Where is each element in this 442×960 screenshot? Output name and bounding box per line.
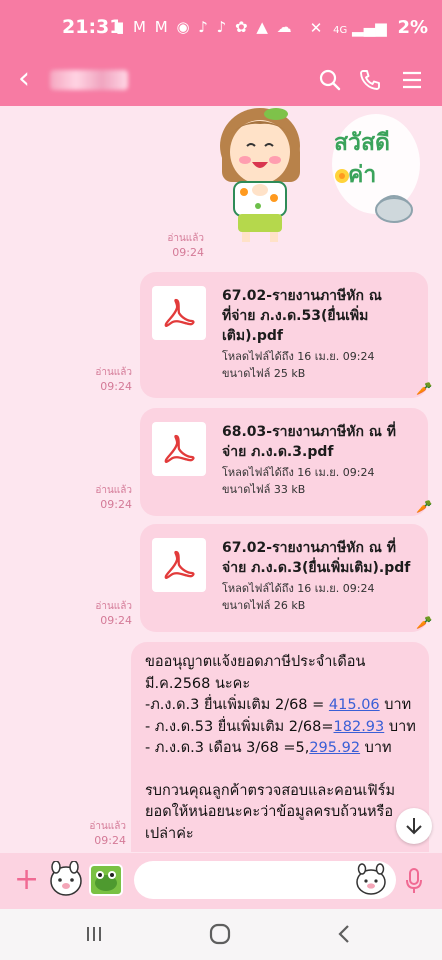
download-status: โหลดไฟล์ได้ถึง 16 เม.ย. 09:24	[222, 582, 375, 595]
message-line: -ภ.ง.ด.3 ยื่นเพิ่มเติม 2/68 = 415.06 บาท	[145, 697, 412, 713]
chat-header: ‹	[0, 56, 442, 106]
read-label: อ่านแล้ว	[95, 601, 132, 612]
plus-icon[interactable]: +	[14, 865, 39, 895]
file-message[interactable]: 67.02-รายงานภาษีหัก ณ ที่ จ่าย ภ.ง.ด.3(ย…	[140, 524, 428, 632]
read-time: 09:24	[100, 614, 132, 627]
message-line: - ภ.ง.ด.3 เดือน 3/68 =5,295.92 บาท	[145, 740, 392, 756]
amount-link[interactable]: 182.93	[334, 719, 385, 735]
phone-icon[interactable]	[356, 66, 384, 94]
greeting-sticker[interactable]: สวัสดี ค่า	[214, 106, 420, 242]
status-right: ✕ 4G ▂▄▆ 2%	[310, 17, 428, 38]
file-size: ขนาดไฟล์ 33 kB	[222, 483, 306, 496]
contact-name-blurred[interactable]	[50, 70, 128, 90]
network-label: 4G	[333, 25, 348, 36]
read-time: 09:24	[100, 498, 132, 511]
brown-sticker-icon[interactable]	[48, 860, 84, 899]
download-status: โหลดไฟล์ได้ถึง 16 เม.ย. 09:24	[222, 350, 375, 363]
read-label: อ่านแล้ว	[89, 821, 126, 832]
read-time: 09:24	[94, 834, 126, 847]
file-size: ขนาดไฟล์ 25 kB	[222, 367, 306, 380]
carrot-reaction-icon[interactable]: 🥕	[416, 616, 432, 631]
read-receipt: อ่านแล้ว 09:24	[86, 600, 132, 628]
read-label: อ่านแล้ว	[95, 485, 132, 496]
read-receipt: อ่านแล้ว 09:24	[86, 484, 132, 512]
message-line: รบกวนคุณลูกค้าตรวจสอบและคอนเฟิร์ม	[145, 782, 395, 799]
microphone-icon[interactable]	[404, 867, 424, 895]
read-time: 09:24	[172, 246, 204, 259]
notification-icons: ▮ M M ◉ ♪ ♪ ✿ ▲ ☁	[116, 18, 294, 36]
file-meta: โหลดไฟล์ได้ถึง 16 เม.ย. 09:24 ขนาดไฟล์ 3…	[222, 464, 374, 498]
message-line: ยอดให้หน่อยนะคะว่าข้อมูลครบถ้วนหรือ	[145, 804, 394, 820]
read-receipt: อ่านแล้ว 09:24	[80, 820, 126, 848]
download-status: โหลดไฟล์ได้ถึง 16 เม.ย. 09:24	[222, 466, 375, 479]
message-line: เปล่าค่ะ	[145, 825, 194, 842]
file-size: ขนาดไฟล์ 26 kB	[222, 599, 306, 612]
scroll-down-button[interactable]	[396, 808, 432, 844]
pdf-icon	[152, 538, 206, 592]
pdf-icon	[152, 286, 206, 340]
message-line: - ภ.ง.ด.53 ยื่นเพิ่มเติม 2/68=182.93 บาท	[145, 718, 416, 735]
recent-apps-icon[interactable]	[80, 921, 108, 947]
search-icon[interactable]	[316, 66, 344, 94]
status-time: 21:31	[62, 16, 123, 38]
carrot-reaction-icon[interactable]: 🥕	[416, 500, 432, 515]
file-meta: โหลดไฟล์ได้ถึง 16 เม.ย. 09:24 ขนาดไฟล์ 2…	[222, 348, 374, 382]
message-line: มี.ค.2568 นะคะ	[145, 675, 251, 692]
read-label: อ่านแล้ว	[167, 233, 204, 244]
amount-link[interactable]: 295.92	[309, 740, 360, 756]
chat-area[interactable]: อ่านแล้ว 09:24 สวัสดี ค่า อ่านแล้ว 09:24…	[0, 106, 442, 853]
mute-icon: ✕	[309, 19, 323, 37]
sticker-caption-1: สวัสดี	[334, 130, 390, 156]
file-meta: โหลดไฟล์ได้ถึง 16 เม.ย. 09:24 ขนาดไฟล์ 2…	[222, 580, 374, 614]
system-nav-bar	[0, 909, 442, 960]
file-message[interactable]: 67.02-รายงานภาษีหัก ณ ที่จ่าย ภ.ง.ด.53(ย…	[140, 272, 428, 398]
sticker-caption-2: ค่า	[348, 162, 376, 188]
text-message[interactable]: ขออนุญาตแจ้งยอดภาษีประจำเดือน มี.ค.2568 …	[131, 642, 429, 852]
chevron-left-icon[interactable]: ‹	[18, 64, 30, 94]
file-name: 67.02-รายงานภาษีหัก ณ ที่จ่าย ภ.ง.ด.53(ย…	[222, 288, 382, 344]
battery-level: 2%	[397, 17, 428, 38]
menu-icon[interactable]	[398, 66, 426, 94]
amount-link[interactable]: 415.06	[329, 697, 380, 713]
arrow-down-icon	[406, 818, 422, 835]
file-name: 67.02-รายงานภาษีหัก ณ ที่ จ่าย ภ.ง.ด.3(ย…	[222, 540, 411, 576]
read-label: อ่านแล้ว	[95, 367, 132, 378]
message-input-bar: +	[0, 853, 442, 909]
message-line: ขออนุญาตแจ้งยอดภาษีประจำเดือน	[145, 654, 366, 670]
file-name: 68.03-รายงานภาษีหัก ณ ที่ จ่าย ภ.ง.ด.3.p…	[222, 424, 396, 460]
frog-sticker-icon[interactable]	[88, 861, 124, 899]
home-icon[interactable]	[206, 921, 234, 947]
read-receipt: อ่านแล้ว 09:24	[150, 232, 204, 260]
file-message[interactable]: 68.03-รายงานภาษีหัก ณ ที่ จ่าย ภ.ง.ด.3.p…	[140, 408, 428, 516]
status-bar: 21:31 ▮ M M ◉ ♪ ♪ ✿ ▲ ☁ ✕ 4G ▂▄▆ 2%	[0, 0, 442, 56]
back-icon[interactable]	[330, 921, 358, 947]
read-time: 09:24	[100, 380, 132, 393]
carrot-reaction-icon[interactable]: 🥕	[416, 382, 432, 397]
pdf-icon	[152, 422, 206, 476]
emoji-icon[interactable]	[354, 863, 388, 897]
message-text: ขออนุญาตแจ้งยอดภาษีประจำเดือน มี.ค.2568 …	[145, 652, 425, 845]
signal-icon: ▂▄▆	[352, 19, 387, 37]
read-receipt: อ่านแล้ว 09:24	[86, 366, 132, 394]
